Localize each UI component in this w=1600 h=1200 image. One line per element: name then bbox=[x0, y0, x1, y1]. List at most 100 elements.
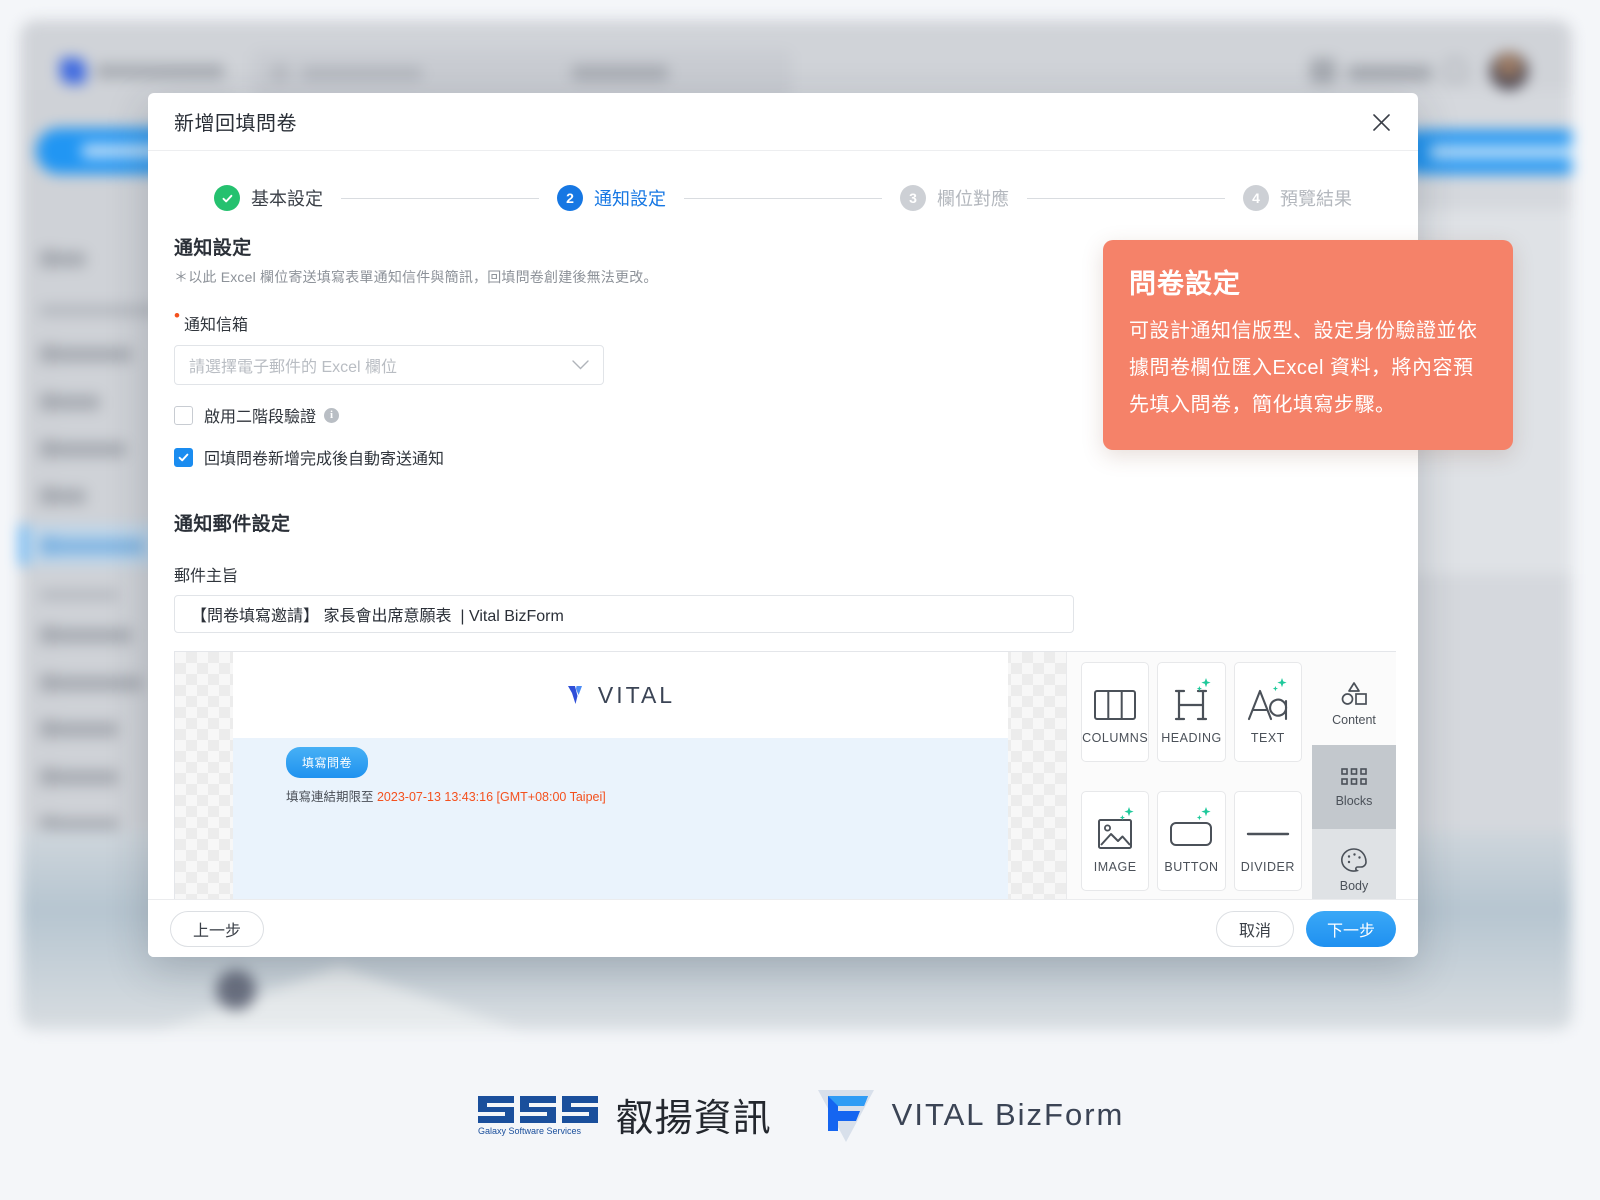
background-nav-label bbox=[40, 770, 118, 785]
stepper: 基本設定 2 通知設定 3 欄位對應 4 預覽結果 bbox=[148, 151, 1418, 211]
palette-tab-blocks[interactable]: Blocks bbox=[1312, 745, 1396, 829]
dialog-title: 新增回填問卷 bbox=[174, 113, 297, 135]
sparkle-icon bbox=[1196, 807, 1211, 821]
previous-step-button[interactable]: 上一步 bbox=[170, 910, 264, 947]
gss-chinese-name: 叡揚資訊 bbox=[615, 1098, 772, 1140]
cancel-button[interactable]: 取消 bbox=[1216, 910, 1294, 947]
dialog-footer: 上一步 取消 下一步 bbox=[148, 899, 1418, 957]
background-logo-icon bbox=[60, 58, 86, 84]
step-field-mapping[interactable]: 3 欄位對應 bbox=[900, 185, 1009, 211]
block-columns[interactable]: COLUMNS bbox=[1081, 662, 1150, 762]
block-button-label: BUTTON bbox=[1164, 860, 1219, 874]
palette-tabs: Content Blocks Body bbox=[1312, 662, 1396, 899]
step-label-4: 預覽結果 bbox=[1280, 189, 1352, 209]
vital-bizform-logo: VITAL BizForm bbox=[814, 1084, 1125, 1146]
gss-sub-text: Galaxy Software Services bbox=[478, 1126, 582, 1136]
palette-tab-body-label: Body bbox=[1339, 879, 1369, 894]
subject-label: 郵件主旨 bbox=[174, 568, 239, 585]
step-connector bbox=[684, 197, 882, 199]
palette-tab-blocks-label: Blocks bbox=[1335, 793, 1373, 808]
step-preview-result[interactable]: 4 預覽結果 bbox=[1243, 185, 1352, 211]
palette-tab-content-label: Content bbox=[1332, 712, 1376, 727]
step-badge-2: 2 bbox=[557, 185, 583, 211]
background-nav-label bbox=[40, 252, 86, 267]
step-badge-1 bbox=[214, 185, 240, 211]
callout-body: 可設計通知信版型、設定身份驗證並依據問卷欄位匯入Excel 資料，將內容預先填入… bbox=[1129, 320, 1478, 416]
background-nav-label bbox=[40, 489, 86, 504]
grid-dots-icon bbox=[1341, 768, 1367, 785]
background-nav-group bbox=[40, 305, 160, 316]
questionnaire-settings-callout: 問卷設定 可設計通知信版型、設定身份驗證並依據問卷欄位匯入Excel 資料，將內… bbox=[1103, 240, 1513, 450]
chevron-down-icon bbox=[572, 360, 589, 370]
background-nav-active-bar bbox=[20, 525, 25, 565]
sparkle-icon bbox=[1120, 807, 1134, 821]
subject-input[interactable] bbox=[174, 595, 1074, 633]
notify-email-select-placeholder: 請選擇電子郵件的 Excel 欄位 bbox=[189, 359, 398, 376]
two-factor-checkbox-label: 啟用二階段驗證 bbox=[204, 409, 317, 426]
info-icon[interactable]: i bbox=[324, 407, 340, 423]
palette-icon bbox=[1341, 848, 1367, 873]
step-label-1: 基本設定 bbox=[251, 189, 323, 209]
background-help-icon bbox=[1310, 58, 1336, 84]
add-refill-questionnaire-dialog: 新增回填問卷 基本設定 2 通知設定 3 欄位對應 4 預覽結果 通知設定 ＊以… bbox=[148, 93, 1418, 957]
step-notification-settings[interactable]: 2 通知設定 bbox=[557, 185, 666, 211]
background-nav-label bbox=[40, 395, 100, 410]
step-connector bbox=[341, 197, 539, 199]
auto-send-checkbox-label: 回填問卷新增完成後自動寄送通知 bbox=[204, 451, 445, 468]
block-image[interactable]: IMAGE bbox=[1081, 791, 1150, 891]
callout-title: 問卷設定 bbox=[1129, 269, 1241, 299]
expiry-line: 填寫連結期限至 2023-07-13 13:43:16 [GMT+08:00 T… bbox=[286, 786, 606, 805]
expiry-date: 2023-07-13 13:43:16 [GMT+08:00 Taipei] bbox=[376, 790, 606, 804]
notify-email-select[interactable]: 請選擇電子郵件的 Excel 欄位 bbox=[174, 345, 604, 385]
block-heading[interactable]: HEADING bbox=[1157, 662, 1226, 762]
block-image-label: IMAGE bbox=[1093, 860, 1137, 874]
email-canvas[interactable]: VITAL 填寫問卷 填寫連結期限至 2023-07-13 13:43:16 [… bbox=[175, 652, 1066, 899]
mail-section-title: 通知郵件設定 bbox=[174, 514, 291, 535]
background-photo-mountain bbox=[160, 966, 520, 1030]
block-palette-grid: COLUMNS HEADING TEXT IMAGE BUTTON DIVIDE… bbox=[1081, 662, 1312, 899]
sparkle-icon bbox=[1196, 678, 1211, 692]
block-divider[interactable]: DIVIDER bbox=[1233, 791, 1302, 891]
avatar bbox=[1490, 52, 1528, 90]
block-divider-label: DIVIDER bbox=[1240, 860, 1295, 874]
brand-footer: Galaxy Software Services 叡揚資訊 VITAL BizF… bbox=[0, 1030, 1600, 1200]
step-badge-3: 3 bbox=[900, 185, 926, 211]
palette-tab-body[interactable]: Body bbox=[1312, 828, 1396, 899]
email-body: VITAL 填寫問卷 填寫連結期限至 2023-07-13 13:43:16 [… bbox=[233, 652, 1008, 899]
vital-bizform-text: VITAL BizForm bbox=[891, 1097, 1125, 1132]
step-badge-4: 4 bbox=[1243, 185, 1269, 211]
vital-logo-icon bbox=[567, 686, 582, 704]
close-icon[interactable] bbox=[1366, 107, 1396, 137]
sparkle-icon bbox=[1272, 678, 1287, 692]
background-nav-label bbox=[40, 539, 144, 554]
gss-logo-icon: Galaxy Software Services bbox=[477, 1096, 598, 1136]
block-columns-label: COLUMNS bbox=[1082, 731, 1149, 745]
two-factor-checkbox[interactable] bbox=[174, 405, 193, 425]
gss-logo: Galaxy Software Services 叡揚資訊 bbox=[476, 1092, 772, 1138]
dialog-header: 新增回填問卷 bbox=[148, 93, 1418, 151]
required-marker: • bbox=[174, 306, 180, 325]
background-nav-group bbox=[40, 590, 118, 600]
background-logo-text bbox=[96, 64, 224, 79]
vital-logo-text: VITAL bbox=[597, 681, 676, 708]
shapes-icon bbox=[1341, 681, 1367, 705]
auto-send-checkbox[interactable] bbox=[174, 447, 193, 467]
expiry-prefix: 填寫連結期限至 bbox=[286, 790, 377, 804]
vital-bizform-logo-icon bbox=[817, 1090, 874, 1142]
notify-email-label: 通知信箱 bbox=[184, 317, 249, 334]
email-logo-row: VITAL bbox=[233, 652, 1008, 738]
block-palette: COLUMNS HEADING TEXT IMAGE BUTTON DIVIDE… bbox=[1066, 652, 1396, 899]
step-label-2: 通知設定 bbox=[594, 189, 666, 209]
palette-tab-content[interactable]: Content bbox=[1312, 662, 1396, 745]
columns-icon bbox=[1094, 679, 1137, 731]
fill-questionnaire-button[interactable]: 填寫問卷 bbox=[286, 747, 369, 778]
block-button[interactable]: BUTTON bbox=[1157, 791, 1226, 891]
background-nav-label bbox=[40, 442, 126, 457]
background-nav-label bbox=[40, 676, 142, 691]
step-basic-settings[interactable]: 基本設定 bbox=[214, 185, 323, 211]
background-help-label bbox=[1348, 65, 1432, 81]
next-step-button[interactable]: 下一步 bbox=[1306, 910, 1396, 947]
block-text[interactable]: TEXT bbox=[1233, 662, 1302, 762]
background-advanced-search bbox=[572, 65, 668, 81]
email-builder: VITAL 填寫問卷 填寫連結期限至 2023-07-13 13:43:16 [… bbox=[174, 651, 1396, 899]
